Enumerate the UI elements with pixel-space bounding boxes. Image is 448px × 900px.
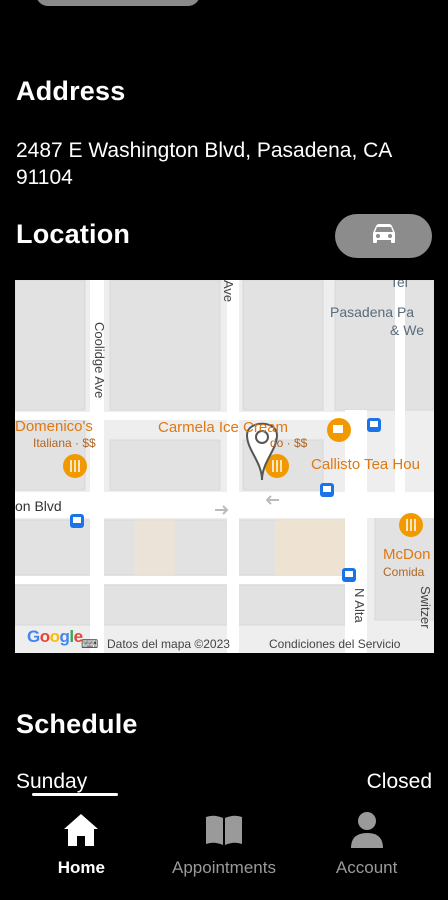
google-logo: Google bbox=[27, 627, 83, 646]
book-icon bbox=[204, 810, 244, 850]
map-terms-link[interactable]: Condiciones del Servicio bbox=[269, 637, 400, 651]
address-text: 2487 E Washington Blvd, Pasadena, CA 911… bbox=[16, 139, 392, 189]
top-pill-button[interactable] bbox=[36, 0, 200, 6]
map-street-blvd: on Blvd bbox=[15, 498, 62, 514]
scroll-indicator bbox=[32, 793, 118, 796]
map-poi-carmela: Carmela Ice Cream bbox=[158, 419, 289, 436]
keyboard-icon[interactable]: ⌨ bbox=[81, 637, 98, 651]
location-map[interactable]: Tel Pasadena Pa & We Coolidge Ave Ave Do… bbox=[15, 280, 434, 653]
bottom-navigation: Home Appointments Account bbox=[0, 800, 448, 900]
map-label-pasadena-2: & We bbox=[390, 322, 424, 338]
map-poi-carmela-sub: do · $$ bbox=[270, 436, 308, 450]
address-title: Address bbox=[16, 76, 126, 106]
schedule-day: Sunday bbox=[16, 770, 88, 793]
map-data-attribution[interactable]: Datos del mapa ©2023 bbox=[107, 637, 230, 651]
map-poi-callisto: Callisto Tea Hou bbox=[311, 456, 420, 473]
map-street-n-alta: N Alta bbox=[352, 588, 367, 623]
location-title: Location bbox=[16, 219, 131, 249]
home-icon bbox=[61, 810, 101, 850]
nav-appointments-label: Appointments bbox=[172, 858, 276, 877]
map-label-tel: Tel bbox=[390, 280, 408, 290]
nav-appointments[interactable]: Appointments bbox=[154, 800, 294, 900]
map-street-ave: Ave bbox=[221, 280, 236, 303]
map-label-pasadena-1: Pasadena Pa bbox=[330, 304, 415, 320]
schedule-hours: Closed bbox=[366, 770, 432, 793]
map-street-switzer: Switzer bbox=[418, 586, 433, 629]
schedule-title: Schedule bbox=[16, 709, 138, 739]
nav-account-label: Account bbox=[335, 858, 398, 877]
nav-account[interactable]: Account bbox=[297, 800, 437, 900]
map-poi-comida: Comida bbox=[383, 565, 425, 579]
car-icon bbox=[371, 223, 397, 250]
nav-home-label: Home bbox=[57, 858, 105, 877]
schedule-row: Sunday Closed bbox=[16, 770, 432, 794]
nav-home[interactable]: Home bbox=[11, 800, 151, 900]
directions-button[interactable] bbox=[335, 214, 432, 258]
map-poi-domenicos-sub: Italiana · $$ bbox=[33, 436, 96, 450]
person-icon bbox=[347, 810, 387, 850]
map-poi-domenicos: Domenico's bbox=[15, 418, 93, 435]
map-poi-mcdon: McDon bbox=[383, 546, 431, 563]
map-street-coolidge: Coolidge Ave bbox=[92, 322, 107, 399]
